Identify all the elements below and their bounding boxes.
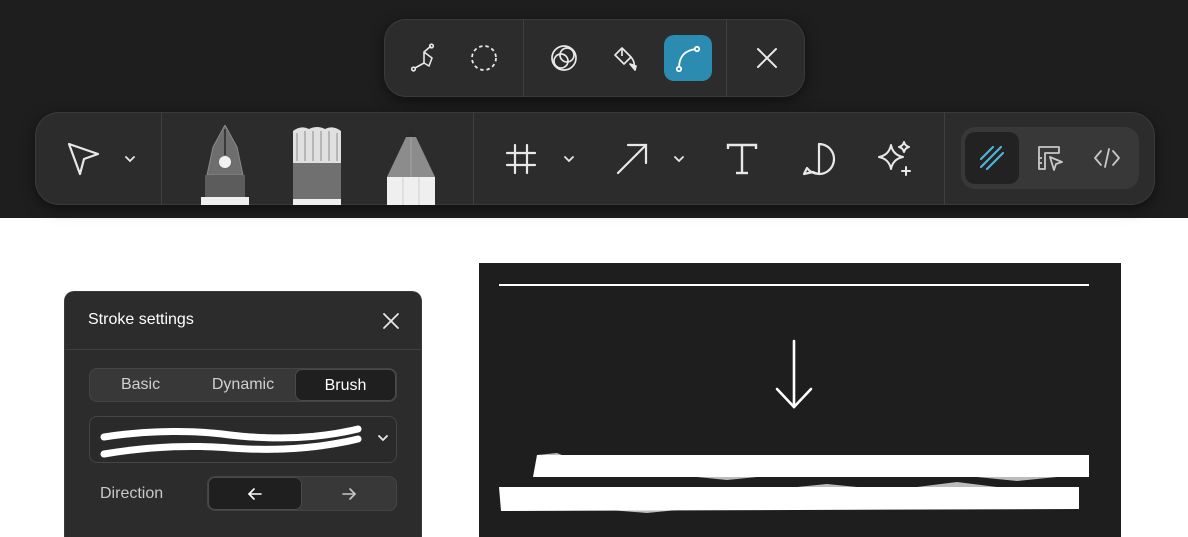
arrow-tool-dropdown[interactable] [668,134,690,184]
dev-mode-icon [1092,143,1122,173]
direction-right-button[interactable] [302,477,396,510]
boolean-icon [548,42,580,74]
direction-toggle [207,476,397,511]
mode-switcher [961,127,1139,189]
frame-icon [503,141,539,177]
vector-pen-icon [407,42,439,74]
toolbar-separator [161,112,162,205]
paint-bucket-icon [610,42,642,74]
vector-edit-toolbar [384,19,805,97]
toolbar-separator [944,112,945,205]
tab-basic[interactable]: Basic [90,369,191,401]
draw-mode-icon [977,143,1007,173]
frame-tool-dropdown[interactable] [558,134,580,184]
bend-curve-icon [672,42,704,74]
pencil-tool-icon [385,125,437,205]
design-mode-button[interactable] [1023,132,1077,184]
lasso-button[interactable] [460,35,508,81]
move-cursor-icon [63,139,103,179]
stroke-preview-canvas [479,263,1121,537]
toolbar-separator [473,112,474,205]
design-mode-icon [1035,143,1065,173]
toolbar-separator [523,19,524,97]
close-icon [381,311,401,331]
stroke-type-tabs: Basic Dynamic Brush [89,368,397,402]
draw-mode-button[interactable] [965,132,1019,184]
brush-style-select[interactable] [89,416,397,463]
lasso-icon [468,42,500,74]
brush-preview [100,421,365,464]
tab-dynamic[interactable]: Dynamic [191,369,295,401]
arrow-left-icon [246,485,264,503]
bend-curve-button[interactable] [664,35,712,81]
plain-stroke-line [499,284,1089,286]
paintbrush-tool-icon [291,127,343,205]
tab-brush[interactable]: Brush [295,369,396,401]
pencil-tool-button[interactable] [385,125,437,205]
arrow-icon [612,139,652,179]
close-button[interactable] [743,35,791,81]
dev-mode-button[interactable] [1080,132,1134,184]
toolbar-area [0,0,1188,218]
text-tool-button[interactable] [718,134,766,184]
brush-stroke-result [497,453,1097,520]
frame-tool-button[interactable] [497,134,545,184]
arrow-down-icon [773,339,815,416]
arrow-right-icon [340,485,358,503]
stroke-settings-panel: Stroke settings Basic Dynamic Brush Dire… [64,291,422,537]
move-tool-button[interactable] [59,134,107,184]
brush-tool-button[interactable] [291,125,343,205]
chevron-down-icon [376,431,390,445]
direction-left-button[interactable] [208,477,302,510]
vector-pen-button[interactable] [399,35,447,81]
panel-close-button[interactable] [379,309,403,333]
pen-tool-button[interactable] [199,123,251,205]
arrow-tool-button[interactable] [608,134,656,184]
ai-sparkle-icon [875,139,915,179]
chevron-down-icon [123,152,137,166]
comment-tool-button[interactable] [795,134,843,184]
boolean-button[interactable] [540,35,588,81]
chevron-down-icon [562,152,576,166]
comment-icon [801,141,837,177]
toolbar-separator [726,19,727,97]
main-toolbar [35,112,1155,205]
close-icon [754,45,780,71]
panel-divider [65,349,421,350]
ai-tool-button[interactable] [871,134,919,184]
direction-label: Direction [100,485,164,502]
text-icon [724,141,760,177]
panel-title: Stroke settings [88,311,194,328]
chevron-down-icon [672,152,686,166]
paint-bucket-button[interactable] [602,35,650,81]
move-tool-dropdown[interactable] [119,134,141,184]
pen-nib-tool-icon [199,123,251,205]
